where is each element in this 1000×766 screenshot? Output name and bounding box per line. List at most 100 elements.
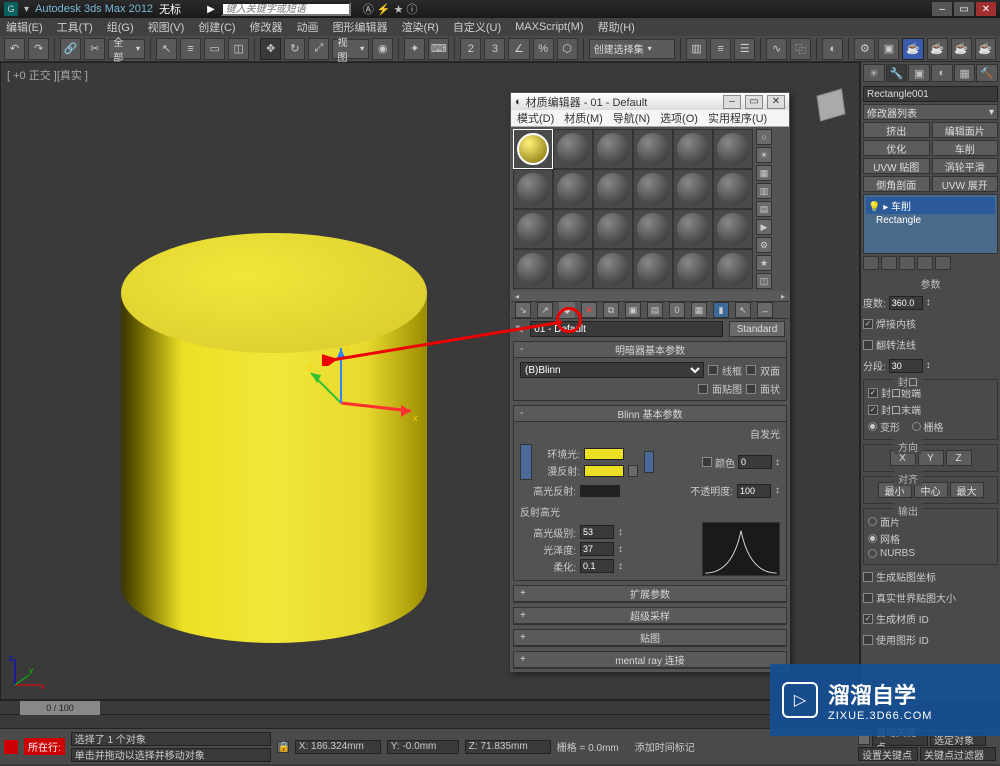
speclevel-spinner[interactable]: 53: [580, 525, 614, 539]
slot-17[interactable]: [673, 209, 713, 249]
matid-button[interactable]: 0: [669, 302, 685, 318]
matmenu-mode[interactable]: 模式(D): [517, 110, 554, 126]
transform-gizmo[interactable]: x y z: [301, 343, 421, 443]
rollout-extended[interactable]: +扩展参数: [514, 586, 786, 602]
menu-customize[interactable]: 自定义(U): [453, 19, 501, 35]
weld-check[interactable]: ✓: [863, 319, 873, 329]
backlight-button[interactable]: ☀: [756, 147, 772, 163]
renderframe-button[interactable]: ▣: [878, 38, 899, 60]
setkey-button[interactable]: 设置关键点: [858, 747, 918, 761]
rollout-supersample[interactable]: +超级采样: [514, 608, 786, 624]
undo-button[interactable]: ↶: [4, 38, 25, 60]
menu-tools[interactable]: 工具(T): [57, 19, 93, 35]
btn-editmesh[interactable]: 编辑面片: [932, 122, 999, 138]
modifier-list[interactable]: 修改器列表▾: [863, 104, 998, 120]
select-by-mat-button[interactable]: ★: [756, 255, 772, 271]
useshapeid-check[interactable]: [863, 635, 873, 645]
capend-check[interactable]: ✓: [868, 405, 878, 415]
btn-bevelprofile[interactable]: 倒角剖面: [863, 176, 930, 192]
keyboard-button[interactable]: ⌨: [428, 38, 449, 60]
slot-13[interactable]: [513, 209, 553, 249]
shader-combo[interactable]: (B)Blinn: [520, 362, 704, 378]
selection-filter[interactable]: 全部: [108, 39, 145, 59]
slot-4[interactable]: [633, 129, 673, 169]
modifier-stack[interactable]: 💡 ▸ 车削 Rectangle: [863, 194, 998, 254]
btn-extrude[interactable]: 挤出: [863, 122, 930, 138]
mateditor-button[interactable]: ◐: [822, 38, 843, 60]
object-name-field[interactable]: Rectangle001: [863, 86, 998, 102]
unique-button[interactable]: [899, 256, 915, 270]
btn-optimize[interactable]: 优化: [863, 140, 930, 156]
maximize-button[interactable]: ▭: [954, 2, 974, 16]
matmenu-nav[interactable]: 导航(N): [613, 110, 650, 126]
btn-uvwmap[interactable]: UVW 贴图: [863, 158, 930, 174]
slot-20[interactable]: [553, 249, 593, 289]
get-material-button[interactable]: ↘: [515, 302, 531, 318]
background-button[interactable]: ▦: [756, 165, 772, 181]
slot-9[interactable]: [593, 169, 633, 209]
snap3d-button[interactable]: 3: [484, 38, 505, 60]
tab-modify[interactable]: 🔧: [886, 64, 908, 82]
teapot1-icon[interactable]: ☕: [927, 38, 948, 60]
show-in-viewport-button[interactable]: ▦: [691, 302, 707, 318]
show-end-result-button[interactable]: ▮: [713, 302, 729, 318]
tab-utilities[interactable]: 🔨: [976, 64, 998, 82]
matmenu-options[interactable]: 选项(O): [660, 110, 698, 126]
slot-6[interactable]: [713, 129, 753, 169]
morph-radio[interactable]: [868, 422, 877, 431]
slot-2[interactable]: [553, 129, 593, 169]
slot-5[interactable]: [673, 129, 713, 169]
genmatid-check[interactable]: ✓: [863, 614, 873, 624]
mat-map-nav-button[interactable]: ◫: [756, 273, 772, 289]
out-mesh[interactable]: [868, 534, 877, 543]
spinnersnap-button[interactable]: ⬡: [557, 38, 578, 60]
tab-motion[interactable]: ◐: [931, 64, 953, 82]
slot-14[interactable]: [553, 209, 593, 249]
faceted-check[interactable]: [746, 384, 756, 394]
opacity-spinner[interactable]: 100: [737, 484, 771, 498]
make-preview-button[interactable]: ▶: [756, 219, 772, 235]
teapot3-icon[interactable]: ☕: [975, 38, 996, 60]
specular-swatch[interactable]: [580, 485, 620, 497]
render-button[interactable]: ☕: [902, 38, 923, 60]
selfillum-spinner[interactable]: 0: [738, 455, 772, 469]
options-button[interactable]: ⚙: [756, 237, 772, 253]
slot-22[interactable]: [633, 249, 673, 289]
gloss-spinner[interactable]: 37: [580, 542, 614, 556]
put-to-scene-button[interactable]: ↗: [537, 302, 553, 318]
curve-editor-button[interactable]: ∿: [766, 38, 787, 60]
video-check-button[interactable]: ▤: [756, 201, 772, 217]
diffuse-swatch[interactable]: [584, 465, 624, 477]
configure-button[interactable]: [935, 256, 951, 270]
menu-edit[interactable]: 编辑(E): [6, 19, 43, 35]
viewcube[interactable]: [812, 88, 852, 128]
make-copy-button[interactable]: ⧉: [603, 302, 619, 318]
slot-3[interactable]: [593, 129, 633, 169]
minimize-button[interactable]: –: [932, 2, 952, 16]
mirror-button[interactable]: ▥: [686, 38, 707, 60]
out-nurbs[interactable]: [868, 549, 877, 558]
slot-15[interactable]: [593, 209, 633, 249]
slot-7[interactable]: [513, 169, 553, 209]
slot-11[interactable]: [673, 169, 713, 209]
segs-spinner[interactable]: 30: [889, 359, 923, 373]
mat-max-button[interactable]: ▭: [745, 95, 763, 109]
tab-create[interactable]: ✳: [863, 64, 885, 82]
align-button[interactable]: ≡: [710, 38, 731, 60]
wire-check[interactable]: [708, 365, 718, 375]
menu-rendering[interactable]: 渲染(R): [402, 19, 439, 35]
rotate-button[interactable]: ↻: [284, 38, 305, 60]
mat-close-button[interactable]: ✕: [767, 95, 785, 109]
redo-button[interactable]: ↷: [28, 38, 49, 60]
select-button[interactable]: ↖: [156, 38, 177, 60]
menu-create[interactable]: 创建(C): [198, 19, 235, 35]
slot-16[interactable]: [633, 209, 673, 249]
matmenu-utils[interactable]: 实用程序(U): [708, 110, 767, 126]
btn-uvwunwrap[interactable]: UVW 展开: [932, 176, 999, 192]
reset-button[interactable]: ✕: [581, 302, 597, 318]
pin-stack-button[interactable]: [863, 256, 879, 270]
lock-ambient-diffuse[interactable]: [520, 444, 532, 480]
slot-21[interactable]: [593, 249, 633, 289]
mat-min-button[interactable]: –: [723, 95, 741, 109]
menu-modifiers[interactable]: 修改器: [250, 19, 283, 35]
